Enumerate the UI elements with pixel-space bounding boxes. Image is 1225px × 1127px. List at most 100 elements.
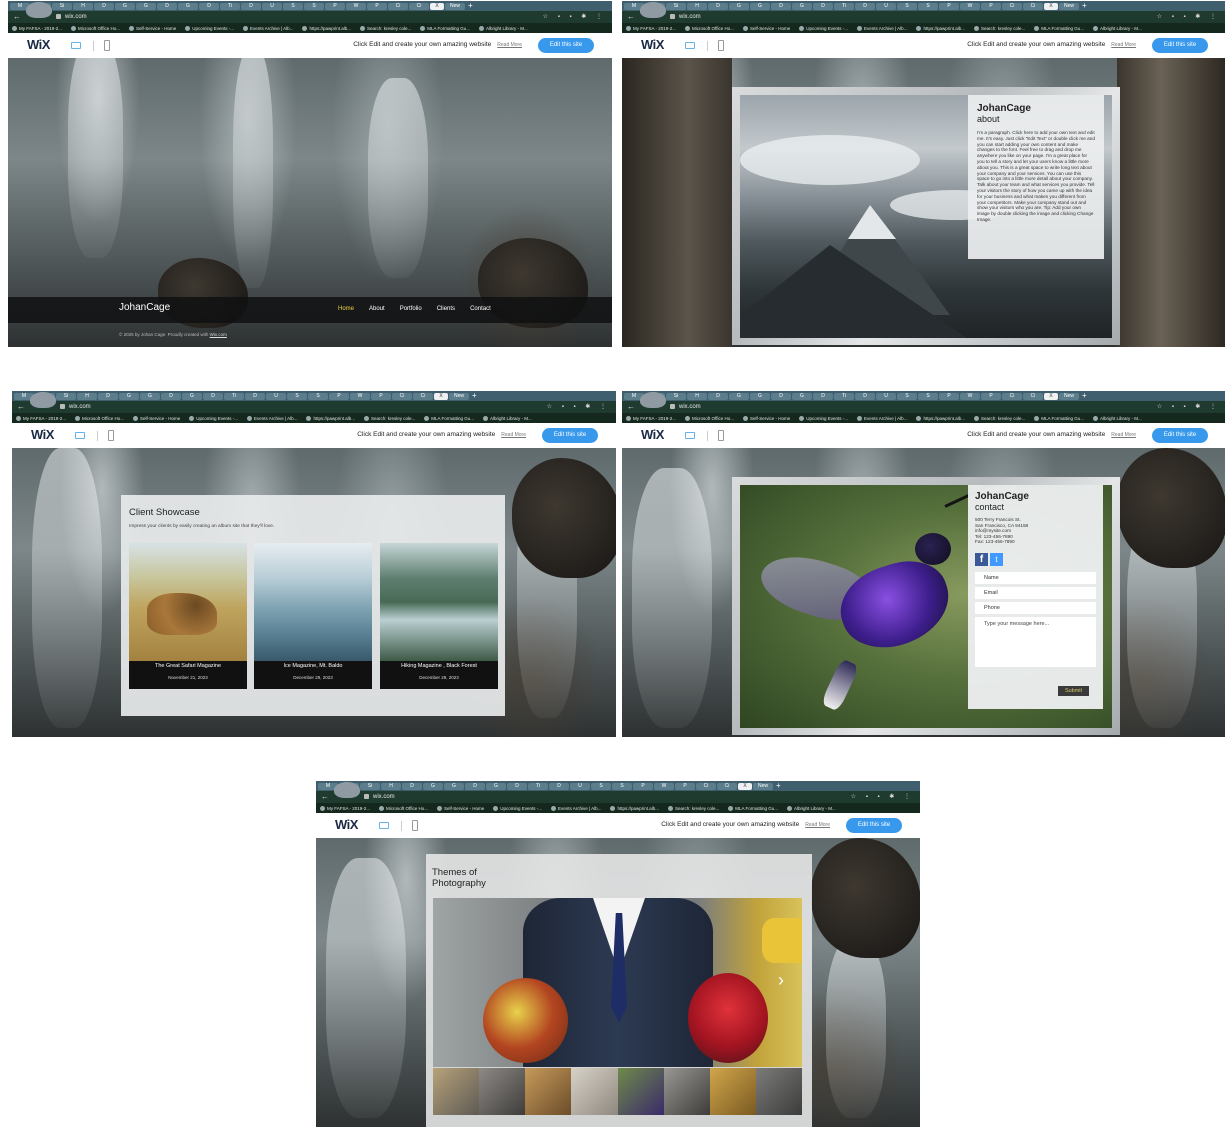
browser-tab[interactable]: G bbox=[729, 392, 749, 400]
browser-tab[interactable]: W bbox=[654, 782, 674, 790]
browser-tab[interactable]: U bbox=[570, 782, 590, 790]
client-card[interactable]: The Great Safari Magazine November 21, 2… bbox=[129, 543, 247, 689]
bookmark-item[interactable]: Search: kresley cole... bbox=[363, 415, 415, 421]
browser-tab[interactable]: W bbox=[960, 2, 980, 10]
bookmark-item[interactable]: https://pawprint.alb... bbox=[916, 415, 965, 421]
browser-tab[interactable]: G bbox=[750, 392, 770, 400]
browser-tab[interactable]: Ci bbox=[388, 2, 408, 10]
new-tab-chip[interactable]: New bbox=[1059, 2, 1079, 10]
footer-wix-link[interactable]: Wix.com bbox=[210, 332, 227, 337]
mobile-view-icon[interactable] bbox=[718, 430, 724, 441]
back-arrow-icon[interactable]: ← bbox=[17, 401, 25, 413]
thumbnail[interactable] bbox=[479, 1068, 526, 1115]
browser-tab-active[interactable]: X bbox=[1044, 392, 1058, 400]
thumbnail[interactable] bbox=[755, 1068, 802, 1115]
browser-tab[interactable]: D bbox=[402, 782, 422, 790]
browser-tab[interactable]: Ci bbox=[717, 782, 737, 790]
bookmark-item[interactable]: MLA Formatting Gu... bbox=[728, 805, 778, 811]
browser-tab[interactable]: G bbox=[178, 2, 198, 10]
browser-tab[interactable]: G bbox=[136, 2, 156, 10]
browser-tab[interactable]: D bbox=[771, 2, 791, 10]
browser-tab[interactable]: P bbox=[371, 392, 391, 400]
bookmark-item[interactable]: Search: kresley cole... bbox=[667, 805, 719, 811]
back-arrow-icon[interactable]: ← bbox=[627, 11, 635, 23]
browser-tab[interactable]: P bbox=[981, 392, 1001, 400]
client-card[interactable]: Hiking Magazine , Black Forest December … bbox=[380, 543, 498, 689]
nav-contact[interactable]: Contact bbox=[470, 306, 491, 312]
edit-site-button[interactable]: Edit this site bbox=[1152, 428, 1208, 443]
bookmark-item[interactable]: https://pawprint.alb... bbox=[306, 415, 355, 421]
desktop-view-icon[interactable] bbox=[75, 432, 85, 439]
bookmark-item[interactable]: Self-Service - Home bbox=[128, 25, 176, 31]
edit-site-button[interactable]: Edit this site bbox=[1152, 38, 1208, 53]
browser-tab[interactable]: D bbox=[241, 2, 261, 10]
browser-tab[interactable]: Ci bbox=[1023, 2, 1043, 10]
bookmark-item[interactable]: Search: kresley cole... bbox=[973, 415, 1025, 421]
browser-tab[interactable]: D bbox=[94, 2, 114, 10]
browser-tab[interactable]: Si bbox=[666, 2, 686, 10]
wix-logo[interactable]: WiX bbox=[31, 427, 54, 442]
toolbar-extension-icons[interactable]: ☆ ▪ ▪ ✱ ⋮ bbox=[851, 791, 914, 803]
browser-tab[interactable]: H bbox=[73, 2, 93, 10]
browser-tab[interactable]: G bbox=[140, 392, 160, 400]
plus-icon[interactable]: + bbox=[1082, 2, 1087, 10]
bookmark-item[interactable]: Upcoming Events -... bbox=[185, 25, 234, 31]
about-paragraph[interactable]: I'm a paragraph. Click here to add your … bbox=[977, 130, 1095, 223]
url-field[interactable]: wix.com bbox=[69, 401, 91, 413]
bookmark-item[interactable]: Events Archive | Alb... bbox=[551, 805, 601, 811]
browser-tab[interactable]: D bbox=[245, 392, 265, 400]
browser-tab[interactable]: Ti bbox=[224, 392, 244, 400]
url-field[interactable]: wix.com bbox=[373, 791, 395, 803]
browser-tab[interactable]: Si bbox=[666, 392, 686, 400]
browser-tab[interactable]: Ci bbox=[696, 782, 716, 790]
nav-home[interactable]: Home bbox=[338, 306, 354, 312]
desktop-view-icon[interactable] bbox=[71, 42, 81, 49]
bookmark-item[interactable]: MLA Formatting Gu... bbox=[1034, 25, 1084, 31]
browser-tab[interactable]: P bbox=[329, 392, 349, 400]
browser-tab[interactable]: Ci bbox=[392, 392, 412, 400]
bookmark-item[interactable]: Events Archive | Alb... bbox=[243, 25, 293, 31]
browser-tab[interactable]: P bbox=[939, 392, 959, 400]
browser-tab[interactable]: P bbox=[981, 2, 1001, 10]
bookmark-item[interactable]: Albright Library - M... bbox=[479, 25, 528, 31]
bookmark-item[interactable]: Microsoft Office Ho... bbox=[685, 415, 734, 421]
browser-tab[interactable]: D bbox=[98, 392, 118, 400]
toolbar-extension-icons[interactable]: ☆ ▪ ▪ ✱ ⋮ bbox=[1157, 401, 1220, 413]
bookmark-item[interactable]: MLA Formatting Gu... bbox=[424, 415, 474, 421]
browser-tab[interactable]: Ti bbox=[220, 2, 240, 10]
browser-tab[interactable]: G bbox=[119, 392, 139, 400]
bookmark-item[interactable]: https://pawprint.alb... bbox=[916, 25, 965, 31]
bookmark-item[interactable]: Upcoming Events -... bbox=[799, 415, 848, 421]
back-arrow-icon[interactable]: ← bbox=[321, 791, 329, 803]
nav-clients[interactable]: Clients bbox=[437, 306, 455, 312]
bookmark-item[interactable]: Microsoft Office Ho... bbox=[379, 805, 428, 811]
nav-about[interactable]: About bbox=[369, 306, 385, 312]
browser-tab[interactable]: S bbox=[612, 782, 632, 790]
browser-tab[interactable]: G bbox=[792, 2, 812, 10]
bookmark-item[interactable]: Upcoming Events -... bbox=[799, 25, 848, 31]
browser-tab[interactable]: G bbox=[729, 2, 749, 10]
browser-tab[interactable]: P bbox=[939, 2, 959, 10]
back-arrow-icon[interactable]: ← bbox=[13, 11, 21, 23]
browser-tab[interactable]: S bbox=[918, 2, 938, 10]
plus-icon[interactable]: + bbox=[472, 392, 477, 400]
url-field[interactable]: wix.com bbox=[679, 401, 701, 413]
browser-tab[interactable]: P bbox=[675, 782, 695, 790]
browser-tab[interactable]: Ti bbox=[834, 392, 854, 400]
browser-tab[interactable]: D bbox=[549, 782, 569, 790]
bookmark-item[interactable]: Microsoft Office Ho... bbox=[685, 25, 734, 31]
toolbar-extension-icons[interactable]: ☆ ▪ ▪ ✱ ⋮ bbox=[1157, 11, 1220, 23]
client-card[interactable]: Ice Magazine, Mt. Baldo December 29, 202… bbox=[254, 543, 372, 689]
edit-site-button[interactable]: Edit this site bbox=[538, 38, 594, 53]
mobile-view-icon[interactable] bbox=[104, 40, 110, 51]
browser-tab[interactable]: Ci bbox=[413, 392, 433, 400]
browser-tab[interactable]: P bbox=[633, 782, 653, 790]
thumbnail[interactable] bbox=[433, 1068, 480, 1115]
browser-tab[interactable]: Si bbox=[56, 392, 76, 400]
thumbnail[interactable] bbox=[571, 1068, 618, 1115]
read-more-link[interactable]: Read More bbox=[501, 432, 526, 438]
browser-tab[interactable]: W bbox=[960, 392, 980, 400]
new-tab-chip[interactable]: New bbox=[1059, 392, 1079, 400]
browser-tab[interactable]: G bbox=[423, 782, 443, 790]
bookmark-item[interactable]: My FAFSA - 2019-2... bbox=[626, 415, 676, 421]
